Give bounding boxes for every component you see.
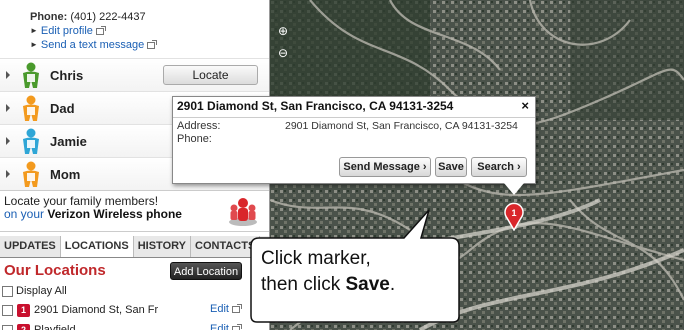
location-row[interactable]: 2 Playfield Edit [0, 318, 269, 330]
send-text-label: Send a text message [40, 39, 145, 51]
person-icon [23, 62, 39, 88]
phone-field-label: Phone: [177, 133, 212, 145]
search-label: Search [477, 161, 514, 173]
display-all-label: Display All [16, 285, 67, 297]
person-icon [23, 161, 39, 187]
zoom-in-button[interactable]: ⊕ [276, 24, 290, 38]
external-link-icon [95, 25, 106, 35]
location-checkbox[interactable] [2, 324, 13, 330]
popup-divider [173, 117, 535, 118]
display-all-checkbox[interactable] [2, 285, 13, 297]
edit-profile-label: Edit profile [40, 25, 93, 37]
location-name: Playfield [34, 324, 76, 330]
chevron-right-icon: › [517, 161, 521, 173]
send-message-button[interactable]: Send Message › [339, 157, 431, 177]
tab-updates[interactable]: UPDATES [0, 236, 61, 257]
marker-number: 1 [511, 208, 516, 218]
callout-line1: Click marker, [261, 248, 371, 269]
location-number-badge: 1 [17, 303, 30, 317]
external-link-icon [231, 303, 242, 313]
member-name: Mom [50, 166, 81, 182]
promo-banner[interactable]: Locate your family members! on your Veri… [0, 190, 269, 232]
callout-save-word: Save [345, 274, 390, 295]
locate-button[interactable]: Locate [163, 65, 258, 85]
edit-location-link[interactable]: Edit [210, 323, 242, 330]
member-name: Dad [50, 100, 75, 116]
zoom-out-button[interactable]: ⊖ [276, 46, 290, 60]
chevron-right-icon: ► [30, 26, 38, 35]
callout-line2: then click Save. [261, 272, 395, 298]
close-icon[interactable]: × [521, 98, 529, 113]
expand-arrow-icon[interactable] [6, 170, 10, 178]
callout-text: Click marker, then click Save. [261, 246, 395, 298]
expand-arrow-icon[interactable] [6, 137, 10, 145]
location-checkbox[interactable] [2, 304, 13, 316]
location-row[interactable]: 1 2901 Diamond St, San Fr Edit [0, 298, 269, 318]
expand-arrow-icon[interactable] [6, 104, 10, 112]
add-location-button[interactable]: Add Location [170, 262, 242, 280]
callout-line2-prefix: then click [261, 274, 341, 295]
external-link-icon [147, 39, 158, 49]
map-marker[interactable]: 1 [503, 201, 525, 231]
popup-pointer [504, 183, 524, 195]
edit-label: Edit [210, 323, 229, 330]
tab-bar: UPDATES LOCATIONS HISTORY CONTACTS [0, 236, 269, 258]
instruction-callout: Click marker, then click Save. [249, 209, 461, 324]
person-icon [23, 128, 39, 154]
location-number-badge: 2 [17, 323, 30, 330]
popup-title: 2901 Diamond St, San Francisco, CA 94131… [177, 99, 454, 113]
location-name: 2901 Diamond St, San Fr [34, 304, 159, 316]
tab-history[interactable]: HISTORY [134, 236, 192, 257]
promo-brand: Verizon Wireless phone [47, 207, 182, 221]
address-label: Address: [177, 120, 221, 132]
send-message-label: Send Message [343, 161, 420, 173]
member-name: Chris [50, 67, 84, 83]
member-name: Jamie [50, 133, 87, 149]
search-button[interactable]: Search › [471, 157, 527, 177]
edit-location-link[interactable]: Edit [210, 303, 242, 315]
phone-value: (401) 222-4437 [70, 11, 146, 23]
locations-header: Our Locations Add Location [0, 258, 269, 282]
callout-line2-suffix: . [389, 274, 396, 295]
locations-list: 1 2901 Diamond St, San Fr Edit 2 Playfield Ed… [0, 298, 269, 330]
save-button[interactable]: Save [435, 157, 467, 177]
tab-locations[interactable]: LOCATIONS [60, 236, 134, 257]
promo-prefix: on your [4, 207, 45, 221]
person-icon [23, 95, 39, 121]
external-link-icon [231, 323, 242, 330]
expand-arrow-icon[interactable] [6, 71, 10, 79]
address-value: 2901 Diamond St, San Francisco, CA 94131… [285, 120, 518, 132]
send-text-link[interactable]: ► Send a text message [30, 38, 269, 52]
edit-label: Edit [210, 303, 229, 315]
chevron-right-icon: ► [30, 40, 38, 49]
phone-label: Phone: [30, 11, 68, 23]
profile-block: Phone: (401) 222-4437 ► Edit profile ► S… [0, 0, 269, 52]
edit-profile-link[interactable]: ► Edit profile [30, 24, 269, 38]
locations-title: Our Locations [4, 262, 106, 279]
display-all-row[interactable]: Display All [0, 282, 269, 298]
phone-row: Phone: (401) 222-4437 [30, 10, 269, 24]
chevron-right-icon: › [422, 161, 427, 173]
member-row-chris[interactable]: Chris Locate [0, 58, 269, 91]
location-popup: 2901 Diamond St, San Francisco, CA 94131… [172, 96, 536, 184]
